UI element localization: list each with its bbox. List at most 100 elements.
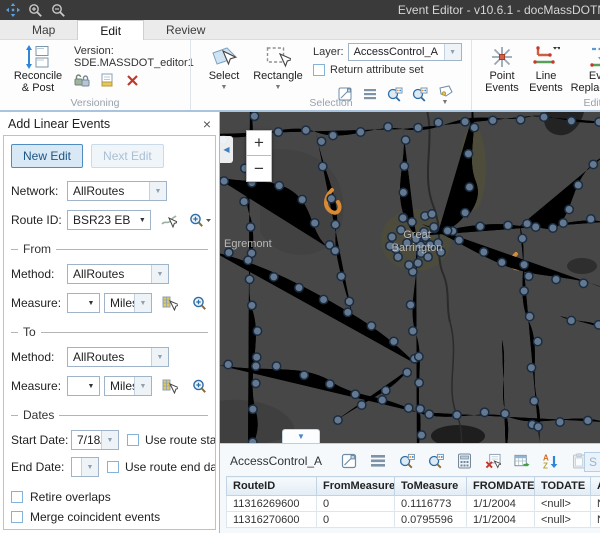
panel-close-icon[interactable]: × bbox=[203, 117, 211, 131]
rectangle-dropdown-caret[interactable]: ▼ bbox=[275, 84, 282, 91]
route-event-marker[interactable] bbox=[416, 405, 424, 413]
route-event-marker[interactable] bbox=[567, 316, 575, 324]
table-row[interactable]: 1131626960000.11167731/1/2004<null>N bbox=[227, 496, 600, 512]
table-cell[interactable]: 0 bbox=[317, 496, 395, 512]
select-dropdown-caret[interactable]: ▼ bbox=[221, 84, 228, 91]
map-canvas[interactable]: Egremont GreatBarrington bbox=[220, 112, 600, 443]
route-event-marker[interactable] bbox=[461, 209, 469, 217]
to-method-combobox[interactable]: AllRoutes ▼ bbox=[67, 347, 169, 367]
route-event-marker[interactable] bbox=[540, 113, 548, 121]
tab-edit[interactable]: Edit bbox=[77, 20, 144, 40]
table-cell[interactable]: 1/1/2004 bbox=[467, 496, 535, 512]
route-event-marker[interactable] bbox=[378, 396, 386, 404]
map-zoom-out-button[interactable]: − bbox=[246, 156, 272, 182]
select-route-on-map-icon[interactable] bbox=[161, 212, 177, 228]
new-version-icon[interactable] bbox=[99, 72, 115, 88]
from-measure-combobox[interactable]: ▼ bbox=[67, 293, 100, 313]
route-event-marker[interactable] bbox=[300, 371, 308, 379]
route-event-marker[interactable] bbox=[394, 253, 402, 261]
route-event-marker[interactable] bbox=[520, 287, 528, 295]
route-event-marker[interactable] bbox=[248, 301, 256, 309]
zoom-to-selection-icon[interactable] bbox=[399, 453, 415, 469]
route-event-marker[interactable] bbox=[504, 221, 512, 229]
lock-icon[interactable] bbox=[74, 72, 90, 88]
route-event-marker[interactable] bbox=[552, 275, 560, 283]
route-event-marker[interactable] bbox=[430, 223, 438, 231]
route-zoom-icon[interactable] bbox=[189, 212, 213, 228]
route-event-marker[interactable] bbox=[526, 312, 534, 320]
panel-collapse-arrow[interactable]: ◀ bbox=[220, 136, 233, 163]
return-attribute-set-checkbox[interactable] bbox=[313, 64, 325, 76]
route-event-marker[interactable] bbox=[319, 162, 327, 170]
select-tool-button[interactable]: Select ▼ bbox=[199, 43, 249, 92]
route-event-marker[interactable] bbox=[574, 181, 582, 189]
route-event-marker[interactable] bbox=[245, 275, 253, 283]
route-event-marker[interactable] bbox=[408, 218, 416, 226]
route-event-marker[interactable] bbox=[406, 301, 414, 309]
route-event-marker[interactable] bbox=[549, 224, 557, 232]
route-event-marker[interactable] bbox=[404, 404, 412, 412]
route-event-marker[interactable] bbox=[465, 183, 473, 191]
selection-list-icon[interactable] bbox=[370, 453, 386, 469]
route-event-marker[interactable] bbox=[244, 256, 252, 264]
route-event-marker[interactable] bbox=[595, 118, 600, 126]
route-id-combobox[interactable]: BSR23 EB ▼ bbox=[67, 210, 151, 230]
table-row[interactable]: 1131627060000.07955961/1/2004<null>N bbox=[227, 512, 600, 528]
route-event-marker[interactable] bbox=[295, 284, 303, 292]
route-event-marker[interactable] bbox=[523, 220, 531, 228]
route-event-marker[interactable] bbox=[356, 128, 364, 136]
route-event-marker[interactable] bbox=[498, 258, 506, 266]
column-header-FROMDATE[interactable]: FROMDATE bbox=[467, 477, 535, 496]
route-event-marker[interactable] bbox=[275, 182, 283, 190]
from-zoom-icon[interactable] bbox=[192, 295, 208, 311]
route-event-marker[interactable] bbox=[319, 295, 327, 303]
route-event-marker[interactable] bbox=[274, 128, 282, 136]
table-cell[interactable]: 11316270600 bbox=[227, 512, 317, 528]
route-event-marker[interactable] bbox=[403, 368, 411, 376]
select-region-icon[interactable] bbox=[341, 453, 357, 469]
route-event-marker[interactable] bbox=[331, 220, 339, 228]
route-event-marker[interactable] bbox=[400, 162, 408, 170]
use-route-end-date-checkbox[interactable] bbox=[107, 461, 119, 473]
route-event-marker[interactable] bbox=[470, 123, 478, 131]
route-event-marker[interactable] bbox=[270, 273, 278, 281]
to-measure-combobox[interactable]: ▼ bbox=[67, 376, 100, 396]
route-event-marker[interactable] bbox=[415, 379, 423, 387]
route-event-marker[interactable] bbox=[302, 126, 310, 134]
layer-combobox-arrow[interactable]: ▼ bbox=[444, 44, 461, 60]
table-cell[interactable]: N bbox=[591, 496, 600, 512]
pan-icon[interactable] bbox=[6, 3, 20, 17]
route-event-marker[interactable] bbox=[516, 116, 524, 124]
route-event-marker[interactable] bbox=[567, 117, 575, 125]
export-table-icon[interactable] bbox=[514, 453, 530, 469]
route-event-marker[interactable] bbox=[409, 327, 417, 335]
route-event-marker[interactable] bbox=[253, 353, 261, 361]
route-event-marker[interactable] bbox=[589, 160, 597, 168]
route-event-marker[interactable] bbox=[527, 364, 535, 372]
to-measure-pick-icon[interactable] bbox=[162, 378, 178, 394]
tab-map[interactable]: Map bbox=[10, 20, 77, 39]
route-event-marker[interactable] bbox=[252, 379, 260, 387]
route-event-marker[interactable] bbox=[489, 116, 497, 124]
route-event-marker[interactable] bbox=[443, 227, 451, 235]
sort-icon[interactable]: AZ bbox=[543, 453, 559, 469]
route-event-marker[interactable] bbox=[476, 222, 484, 230]
route-event-marker[interactable] bbox=[417, 431, 425, 439]
route-event-marker[interactable] bbox=[327, 195, 335, 203]
zoom-in-icon[interactable] bbox=[28, 3, 43, 18]
route-event-marker[interactable] bbox=[344, 308, 352, 316]
route-event-marker[interactable] bbox=[532, 223, 540, 231]
route-event-marker[interactable] bbox=[250, 112, 258, 120]
new-edit-button[interactable]: New Edit bbox=[11, 144, 83, 168]
column-header-FromMeasure[interactable]: FromMeasure bbox=[317, 477, 395, 496]
from-units-combobox[interactable]: Miles ▼ bbox=[104, 293, 152, 313]
route-event-marker[interactable] bbox=[434, 118, 442, 126]
route-event-marker[interactable] bbox=[224, 360, 232, 368]
route-event-marker[interactable] bbox=[399, 214, 407, 222]
route-event-marker[interactable] bbox=[556, 418, 564, 426]
route-event-marker[interactable] bbox=[399, 188, 407, 196]
route-event-marker[interactable] bbox=[534, 337, 542, 345]
map-zoom-in-button[interactable]: + bbox=[246, 130, 272, 156]
route-event-marker[interactable] bbox=[428, 210, 436, 218]
from-measure-pick-icon[interactable] bbox=[162, 295, 178, 311]
